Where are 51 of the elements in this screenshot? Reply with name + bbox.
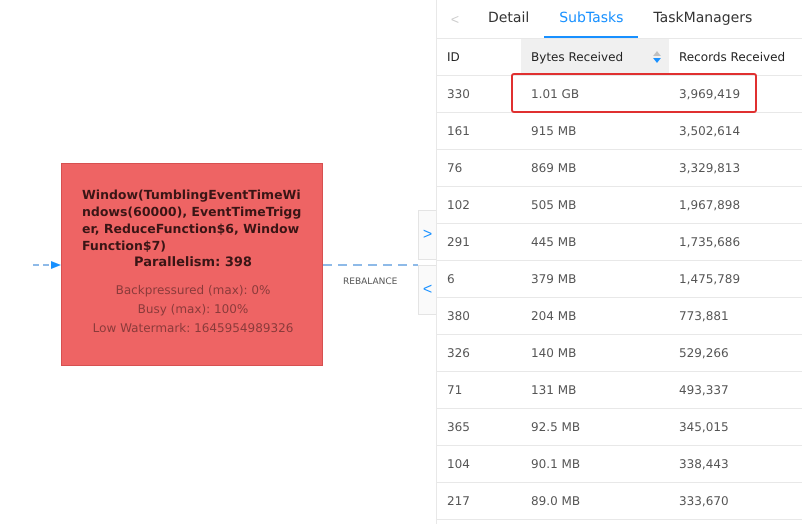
node-title: Window(TumblingEventTimeWindows(60000), EventTimeTrigger, ReduceFunction$6, WindowFunction$7) [82, 186, 302, 254]
table-cell-text: 1,967,898 [678, 197, 742, 214]
table-cell-text: 365 [446, 419, 471, 436]
edge-label: REBALANCE [343, 277, 398, 287]
table-cell-text: 326 [446, 345, 471, 362]
table-cell-text: 140 MB [530, 345, 578, 362]
table-cell-text: 338,443 [678, 456, 730, 473]
tab[interactable]: Detail [473, 0, 544, 38]
table-cell-text: 505 MB [530, 197, 578, 214]
column-header[interactable]: ID [437, 39, 521, 75]
table-cell-text: 131 MB [530, 382, 578, 399]
table-cell-text: 3,329,813 [678, 160, 742, 177]
node-metric: Low Watermark: 1645954989326 [92, 320, 294, 337]
table-cell-text: 773,881 [678, 308, 730, 325]
table-cell-text: 333,670 [678, 493, 730, 510]
table-cell-text: 104 [446, 456, 471, 473]
table-cell-text: 76 [446, 160, 464, 177]
table-cell-text: 869 MB [530, 160, 578, 177]
table-cell-text: 3,969,419 [678, 86, 742, 103]
table-cell-text: 1,475,789 [678, 271, 742, 288]
table-cell-text: 379 MB [530, 271, 578, 288]
node-parallelism: Parallelism: 398 [134, 255, 252, 270]
table-cell-text: 71 [446, 382, 464, 399]
table-cell-text: 380 [446, 308, 471, 325]
table-cell-text: 1.01 GB [530, 86, 580, 103]
table-cell-text: 161 [446, 123, 471, 140]
table-cell-text: 92.5 MB [530, 419, 582, 436]
column-header-background[interactable]: Bytes Received [521, 39, 669, 75]
table-cell-text: 1,735,686 [678, 234, 742, 251]
table-cell-text: 915 MB [530, 123, 578, 140]
tab[interactable]: TaskManagers [638, 0, 768, 38]
node-metric: Backpressured (max): 0% [116, 282, 270, 299]
table-cell-text: 90.1 MB [530, 456, 582, 473]
table-cell-text: 345,015 [678, 419, 730, 436]
operator-node[interactable]: Window(TumblingEventTimeWindows(60000), EventTimeTrigger, ReduceFunction$6, WindowFunction$7) Parallelism: 398 Backpressured (max): 0% Busy (max): 100% Low Watermark: 1645954989326 [61, 163, 323, 366]
table-cell-text: 445 MB [530, 234, 578, 251]
table-cell-text: 204 MB [530, 308, 578, 325]
table-cell-text: 291 [446, 234, 471, 251]
edge-arrow [33, 260, 61, 270]
table-cell-text: 6 [446, 271, 456, 288]
table-cell-text: 102 [446, 197, 471, 214]
table-cell-text: 529,266 [678, 345, 730, 362]
table-cell-text: 493,337 [678, 382, 730, 399]
table-cell-text: 217 [446, 493, 471, 510]
node-metric: Busy (max): 100% [138, 301, 248, 318]
table-cell-text: 330 [446, 86, 471, 103]
column-header[interactable]: Records Received [669, 39, 802, 75]
column-header: Bytes Received [531, 50, 624, 64]
table-cell-text: 89.0 MB [530, 493, 582, 510]
sort-icon[interactable] [653, 51, 661, 63]
table-cell-text: 3,502,614 [678, 123, 742, 140]
